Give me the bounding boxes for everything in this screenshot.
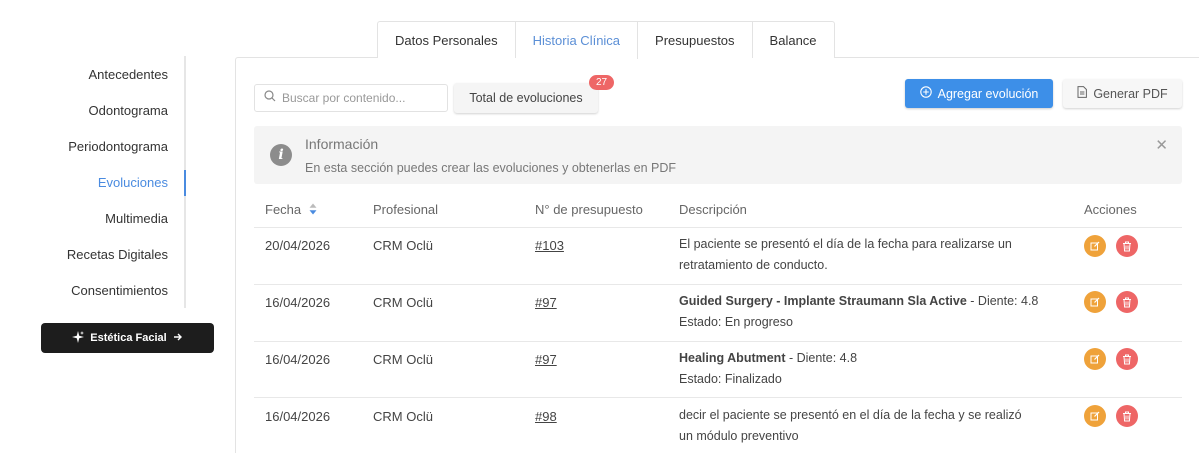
edit-icon	[1090, 297, 1100, 307]
edit-button[interactable]	[1084, 405, 1106, 427]
delete-button[interactable]	[1116, 235, 1138, 257]
info-title: Información	[305, 136, 379, 152]
sidebar-item-odontograma[interactable]: Odontograma	[40, 92, 184, 128]
generar-pdf-button[interactable]: Generar PDF	[1063, 79, 1182, 108]
column-header-descripcion: Descripción	[679, 202, 747, 217]
edit-icon	[1090, 354, 1100, 364]
sidebar-menu: Antecedentes Odontograma Periodontograma…	[40, 56, 186, 308]
divider	[254, 284, 1182, 285]
tab-datos-personales[interactable]: Datos Personales	[377, 21, 516, 58]
sort-icon[interactable]	[309, 203, 317, 218]
desc-line: retratamiento de conducto.	[679, 258, 828, 272]
trash-icon	[1123, 297, 1131, 307]
sidebar-item-antecedentes[interactable]: Antecedentes	[40, 56, 184, 92]
cell-fecha: 20/04/2026	[265, 238, 331, 253]
cell-fecha: 16/04/2026	[265, 352, 331, 367]
column-header-presupuesto: N° de presupuesto	[535, 202, 643, 217]
sidebar-item-periodontograma[interactable]: Periodontograma	[40, 128, 184, 164]
presupuesto-link[interactable]: #98	[535, 409, 557, 424]
trash-icon	[1123, 411, 1131, 421]
desc-line: El paciente se presentó el día de la fec…	[679, 237, 1012, 251]
edit-icon	[1090, 411, 1100, 421]
column-header-fecha-label: Fecha	[265, 202, 302, 217]
presupuesto-link[interactable]: #103	[535, 238, 564, 253]
add-evolucion-button[interactable]: Agregar evolución	[905, 79, 1053, 108]
cell-profesional: CRM Oclü	[373, 409, 433, 424]
delete-button[interactable]	[1116, 348, 1138, 370]
search-box	[254, 84, 448, 112]
delete-button[interactable]	[1116, 291, 1138, 313]
info-icon: i	[270, 144, 292, 166]
desc-title: Healing Abutment	[679, 351, 786, 365]
total-evoluciones-button[interactable]: Total de evoluciones	[454, 83, 598, 113]
column-header-acciones: Acciones	[1084, 202, 1137, 217]
info-text: En esta sección puedes crear las evoluci…	[305, 161, 677, 175]
sidebar-item-recetas-digitales[interactable]: Recetas Digitales	[40, 236, 184, 272]
delete-button[interactable]	[1116, 405, 1138, 427]
add-evolucion-label: Agregar evolución	[937, 86, 1039, 101]
divider	[254, 397, 1182, 398]
close-icon[interactable]: ✕	[1155, 136, 1168, 154]
estetica-facial-label: Estética Facial	[90, 332, 167, 344]
file-icon	[1077, 86, 1088, 101]
arrow-right-icon	[173, 332, 183, 345]
cell-fecha: 16/04/2026	[265, 295, 331, 310]
presupuesto-link[interactable]: #97	[535, 295, 557, 310]
desc-line: - Diente: 4.8	[966, 294, 1039, 308]
column-header-profesional: Profesional	[373, 202, 439, 217]
tab-balance[interactable]: Balance	[752, 21, 835, 58]
cell-fecha: 16/04/2026	[265, 409, 331, 424]
trash-icon	[1123, 354, 1131, 364]
info-alert: i Información En esta sección puedes cre…	[254, 126, 1182, 184]
cell-descripcion: El paciente se presentó el día de la fec…	[679, 234, 1069, 276]
search-input[interactable]	[282, 91, 442, 105]
total-count-badge: 27	[589, 75, 614, 90]
cell-profesional: CRM Oclü	[373, 352, 433, 367]
generar-pdf-label: Generar PDF	[1093, 86, 1168, 101]
divider	[254, 341, 1182, 342]
cell-descripcion: Healing Abutment - Diente: 4.8 Estado: F…	[679, 348, 1069, 390]
cell-descripcion: decir el paciente se presentó en el día …	[679, 405, 1069, 447]
presupuesto-link[interactable]: #97	[535, 352, 557, 367]
desc-line: Estado: Finalizado	[679, 372, 782, 386]
cell-profesional: CRM Oclü	[373, 295, 433, 310]
sparkle-icon	[72, 330, 85, 346]
edit-button[interactable]	[1084, 291, 1106, 313]
tab-presupuestos[interactable]: Presupuestos	[638, 21, 753, 58]
divider	[254, 227, 1182, 228]
cell-profesional: CRM Oclü	[373, 238, 433, 253]
tab-bar: Datos Personales Historia Clínica Presup…	[377, 21, 835, 59]
search-icon	[264, 89, 276, 107]
column-header-fecha[interactable]: Fecha	[265, 202, 317, 218]
tab-historia-clinica[interactable]: Historia Clínica	[515, 21, 639, 59]
plus-circle-icon	[919, 86, 932, 101]
cell-descripcion: Guided Surgery - Implante Straumann Sla …	[679, 291, 1069, 333]
sidebar-item-consentimientos[interactable]: Consentimientos	[40, 272, 184, 308]
desc-title: Guided Surgery - Implante Straumann Sla …	[679, 294, 967, 308]
sidebar-item-multimedia[interactable]: Multimedia	[40, 200, 184, 236]
desc-line: decir el paciente se presentó en el día …	[679, 408, 1022, 422]
estetica-facial-button[interactable]: Estética Facial	[41, 323, 214, 353]
trash-icon	[1123, 241, 1131, 251]
edit-button[interactable]	[1084, 348, 1106, 370]
desc-line: - Diente: 4.8	[785, 351, 858, 365]
desc-line: Estado: En progreso	[679, 315, 793, 329]
edit-button[interactable]	[1084, 235, 1106, 257]
edit-icon	[1090, 241, 1100, 251]
desc-line: un módulo preventivo	[679, 429, 799, 443]
sidebar-item-evoluciones[interactable]: Evoluciones	[40, 164, 186, 200]
sidebar: Antecedentes Odontograma Periodontograma…	[40, 56, 214, 353]
